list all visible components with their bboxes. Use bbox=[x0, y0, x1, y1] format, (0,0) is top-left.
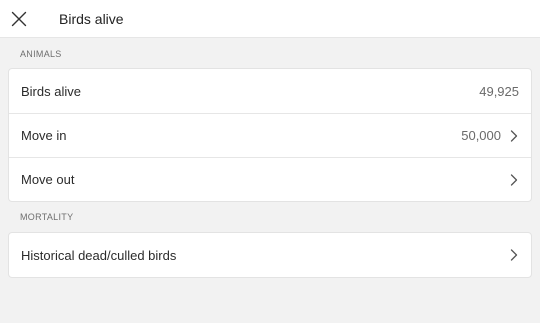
section-label-mortality: MORTALITY bbox=[20, 212, 74, 222]
row-label: Move in bbox=[21, 128, 67, 143]
chevron-right-icon bbox=[509, 173, 519, 186]
close-icon bbox=[11, 11, 27, 26]
section-label-animals: ANIMALS bbox=[20, 49, 62, 59]
close-button[interactable] bbox=[10, 10, 28, 28]
animals-card: Birds alive 49,925 Move in 50,000 Move o… bbox=[8, 68, 532, 202]
mortality-card: Historical dead/culled birds bbox=[8, 232, 532, 278]
row-move-out[interactable]: Move out bbox=[9, 157, 531, 201]
chevron-right-icon bbox=[509, 129, 519, 142]
row-value: 49,925 bbox=[479, 83, 519, 99]
top-bar: Birds alive bbox=[0, 0, 540, 38]
chevron-right-icon bbox=[509, 249, 519, 261]
row-birds-alive: Birds alive 49,925 bbox=[9, 69, 531, 113]
row-move-in[interactable]: Move in 50,000 bbox=[9, 113, 531, 157]
row-historical-dead-culled[interactable]: Historical dead/culled birds bbox=[9, 233, 531, 277]
page-title: Birds alive bbox=[59, 10, 124, 27]
row-label: Historical dead/culled birds bbox=[21, 247, 177, 263]
row-value: 50,000 bbox=[461, 128, 501, 143]
row-label: Move out bbox=[21, 172, 75, 187]
row-label: Birds alive bbox=[21, 83, 81, 99]
